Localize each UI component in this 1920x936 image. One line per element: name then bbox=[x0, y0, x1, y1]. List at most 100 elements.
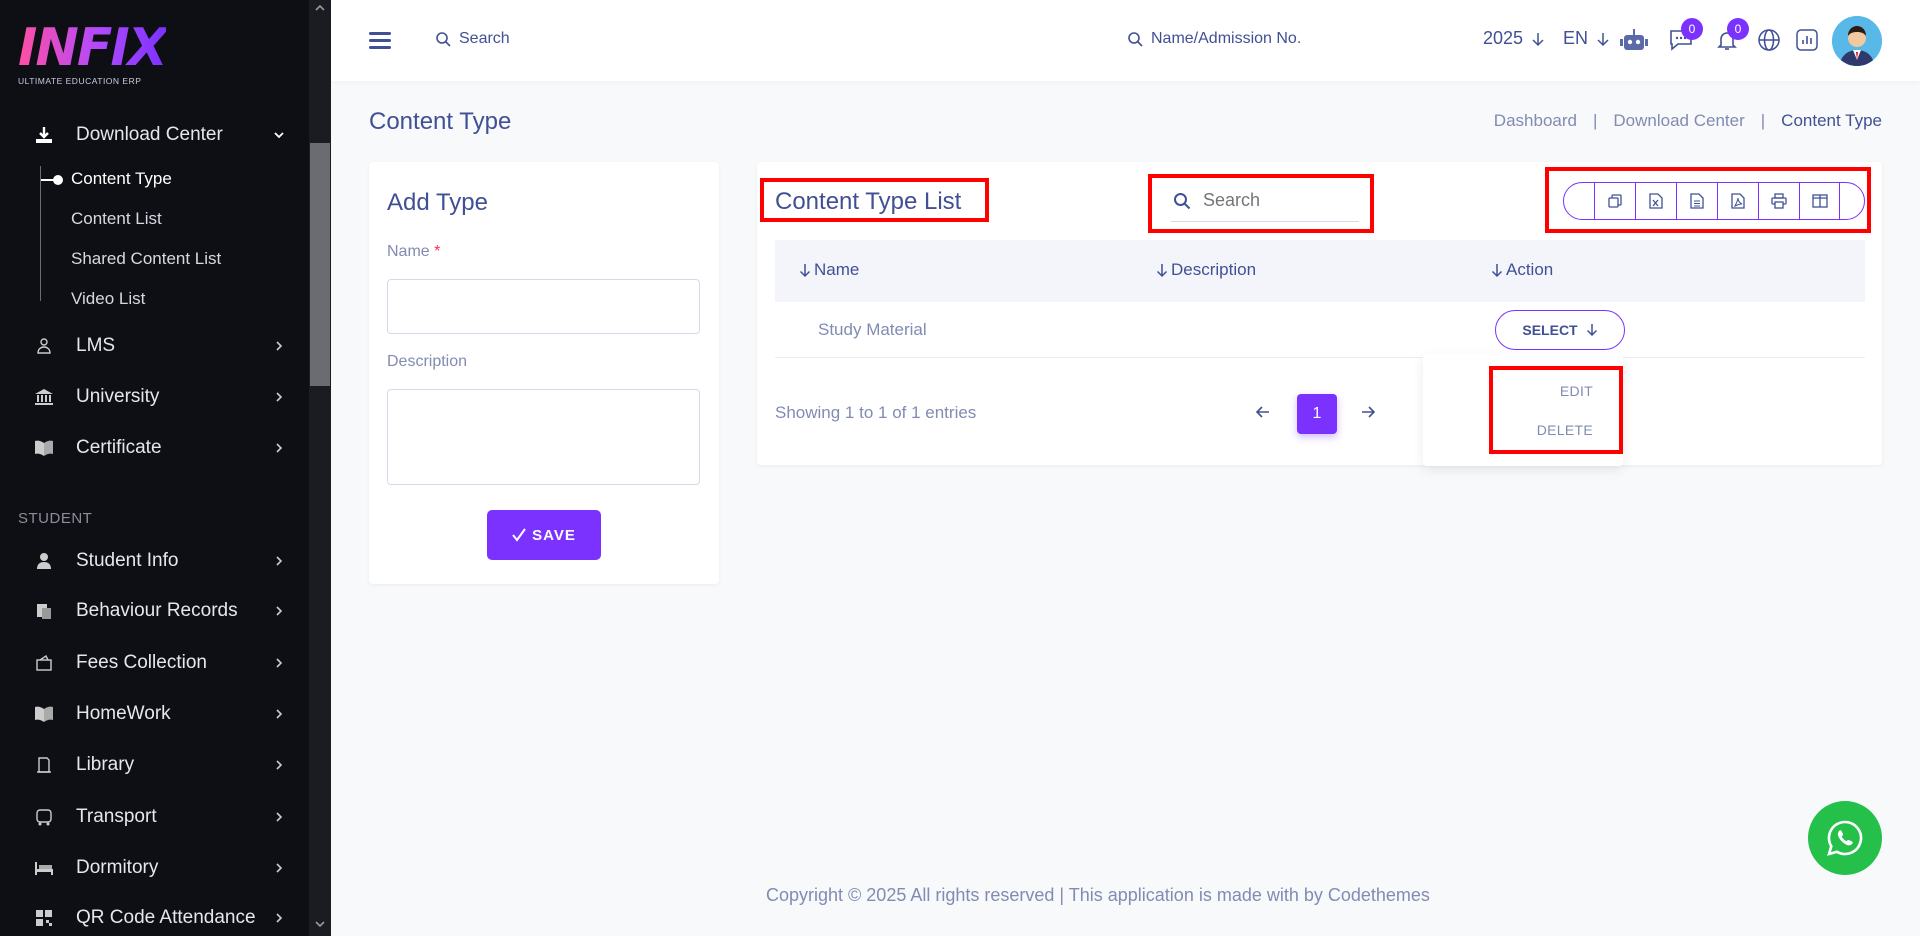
submenu-line bbox=[40, 166, 41, 301]
search-icon bbox=[1128, 32, 1143, 47]
sidebar-item-download-center[interactable]: Download Center bbox=[0, 115, 300, 155]
student-search[interactable]: Name/Admission No. bbox=[1127, 30, 1301, 48]
menu-search-label: Search bbox=[459, 30, 510, 47]
transport-icon bbox=[34, 807, 54, 827]
sidebar-item-label: Dormitory bbox=[76, 857, 159, 878]
description-input[interactable] bbox=[387, 389, 700, 485]
whatsapp-button[interactable] bbox=[1808, 801, 1882, 875]
select-label: SELECT bbox=[1522, 322, 1578, 338]
sidebar: INFIX ULTIMATE EDUCATION ERP Download Ce… bbox=[0, 0, 331, 936]
list-search[interactable] bbox=[1171, 180, 1359, 222]
sidebar-item-library[interactable]: Library bbox=[0, 745, 300, 785]
chevron-right-icon bbox=[272, 810, 286, 824]
sidebar-item-label: Certificate bbox=[76, 437, 162, 458]
search-icon bbox=[1174, 192, 1191, 209]
print-button[interactable] bbox=[1758, 183, 1799, 219]
list-search-input[interactable] bbox=[1203, 190, 1353, 211]
pagination-prev-icon[interactable] bbox=[1253, 402, 1273, 422]
sort-arrow-icon bbox=[799, 264, 811, 278]
globe-icon[interactable] bbox=[1755, 26, 1783, 54]
chevron-right-icon bbox=[272, 911, 286, 925]
select-action-button[interactable]: SELECT bbox=[1495, 310, 1625, 350]
sidebar-item-qr-code-attendance[interactable]: QR Code Attendance bbox=[0, 898, 300, 936]
sidebar-item-label: Library bbox=[76, 754, 135, 775]
excel-icon bbox=[1649, 193, 1663, 209]
scroll-down-icon[interactable] bbox=[313, 918, 327, 932]
homework-icon bbox=[34, 704, 54, 724]
list-title: Content Type List bbox=[775, 188, 962, 215]
chevron-right-icon bbox=[272, 758, 286, 772]
sidebar-item-homework[interactable]: HomeWork bbox=[0, 694, 300, 734]
language-select[interactable]: EN bbox=[1563, 28, 1610, 49]
robot-icon[interactable] bbox=[1620, 26, 1648, 54]
column-header-name[interactable]: Name bbox=[799, 260, 859, 280]
excel-button[interactable] bbox=[1635, 183, 1676, 219]
csv-icon bbox=[1690, 193, 1704, 209]
menu-search[interactable]: Search bbox=[435, 30, 510, 48]
print-icon bbox=[1771, 193, 1787, 209]
sidebar-item-dormitory[interactable]: Dormitory bbox=[0, 848, 300, 888]
sidebar-item-transport[interactable]: Transport bbox=[0, 797, 300, 837]
sidebar-item-fees-collection[interactable]: Fees Collection bbox=[0, 643, 300, 683]
sidebar-item-label: Transport bbox=[76, 806, 157, 827]
notification-bell-icon[interactable]: 0 bbox=[1713, 18, 1749, 54]
sidebar-item-lms[interactable]: LMS bbox=[0, 326, 300, 366]
chevron-right-icon bbox=[272, 656, 286, 670]
dropdown-delete[interactable]: DELETE bbox=[1537, 422, 1593, 438]
pagination-page-1[interactable]: 1 bbox=[1297, 394, 1337, 434]
sidebar-subitem-content-list[interactable]: Content List bbox=[71, 209, 162, 229]
showing-entries: Showing 1 to 1 of 1 entries bbox=[775, 403, 977, 422]
certificate-icon bbox=[34, 438, 54, 458]
lms-icon bbox=[34, 336, 54, 356]
pagination-next-icon[interactable] bbox=[1358, 402, 1378, 422]
sidebar-item-label: QR Code Attendance bbox=[76, 907, 256, 928]
dropdown-edit[interactable]: EDIT bbox=[1560, 383, 1593, 399]
pdf-button[interactable] bbox=[1717, 183, 1758, 219]
sidebar-subitem-shared-content-list[interactable]: Shared Content List bbox=[71, 249, 221, 269]
language-value: EN bbox=[1563, 28, 1589, 48]
sidebar-scrollbar[interactable] bbox=[309, 0, 331, 936]
copy-button[interactable] bbox=[1594, 183, 1635, 219]
sidebar-item-behaviour-records[interactable]: Behaviour Records bbox=[0, 591, 300, 631]
name-label: Name * bbox=[387, 243, 440, 261]
sidebar-item-student-info[interactable]: Student Info bbox=[0, 541, 300, 581]
logo-mark: INFIX bbox=[18, 18, 168, 78]
column-header-label: Name bbox=[814, 260, 860, 279]
sidebar-item-certificate[interactable]: Certificate bbox=[0, 428, 300, 468]
table-row: Study Material bbox=[775, 302, 1865, 358]
sidebar-item-label: Behaviour Records bbox=[76, 600, 238, 621]
export-button-group bbox=[1563, 182, 1865, 220]
arrow-down-icon bbox=[1586, 324, 1597, 337]
columns-button[interactable] bbox=[1799, 183, 1840, 219]
logo[interactable]: INFIX ULTIMATE EDUCATION ERP bbox=[18, 18, 168, 86]
breadcrumb-current: Content Type bbox=[1781, 111, 1882, 130]
column-header-action[interactable]: Action bbox=[1491, 260, 1553, 280]
hamburger-menu-icon[interactable] bbox=[369, 32, 391, 50]
name-input[interactable] bbox=[387, 279, 700, 334]
chevron-right-icon bbox=[272, 707, 286, 721]
avatar[interactable] bbox=[1832, 16, 1882, 66]
arrow-down-icon bbox=[1597, 32, 1609, 46]
sidebar-scrollbar-thumb[interactable] bbox=[310, 143, 330, 386]
year-select[interactable]: 2025 bbox=[1483, 28, 1545, 49]
breadcrumb: Dashboard | Download Center | Content Ty… bbox=[1494, 111, 1882, 131]
sidebar-item-label: HomeWork bbox=[76, 703, 171, 724]
sidebar-subitem-content-type[interactable]: Content Type bbox=[71, 169, 172, 189]
search-icon bbox=[436, 32, 451, 47]
chart-icon[interactable] bbox=[1793, 26, 1821, 54]
chevron-right-icon bbox=[272, 604, 286, 618]
column-header-description[interactable]: Description bbox=[1156, 260, 1256, 280]
save-button[interactable]: SAVE bbox=[487, 510, 601, 560]
behaviour-icon bbox=[34, 601, 54, 621]
sidebar-item-university[interactable]: University bbox=[0, 377, 300, 417]
messages-icon[interactable]: 0 bbox=[1667, 18, 1703, 54]
chevron-right-icon bbox=[272, 339, 286, 353]
breadcrumb-dashboard[interactable]: Dashboard bbox=[1494, 111, 1577, 131]
content-type-list-card: Content Type List Name Descri bbox=[757, 162, 1882, 466]
csv-button[interactable] bbox=[1676, 183, 1717, 219]
breadcrumb-download-center[interactable]: Download Center bbox=[1613, 111, 1744, 131]
scroll-up-icon[interactable] bbox=[313, 2, 327, 16]
sidebar-subitem-video-list[interactable]: Video List bbox=[71, 289, 145, 309]
pdf-icon bbox=[1731, 193, 1745, 209]
sidebar-item-label: Student Info bbox=[76, 550, 179, 571]
